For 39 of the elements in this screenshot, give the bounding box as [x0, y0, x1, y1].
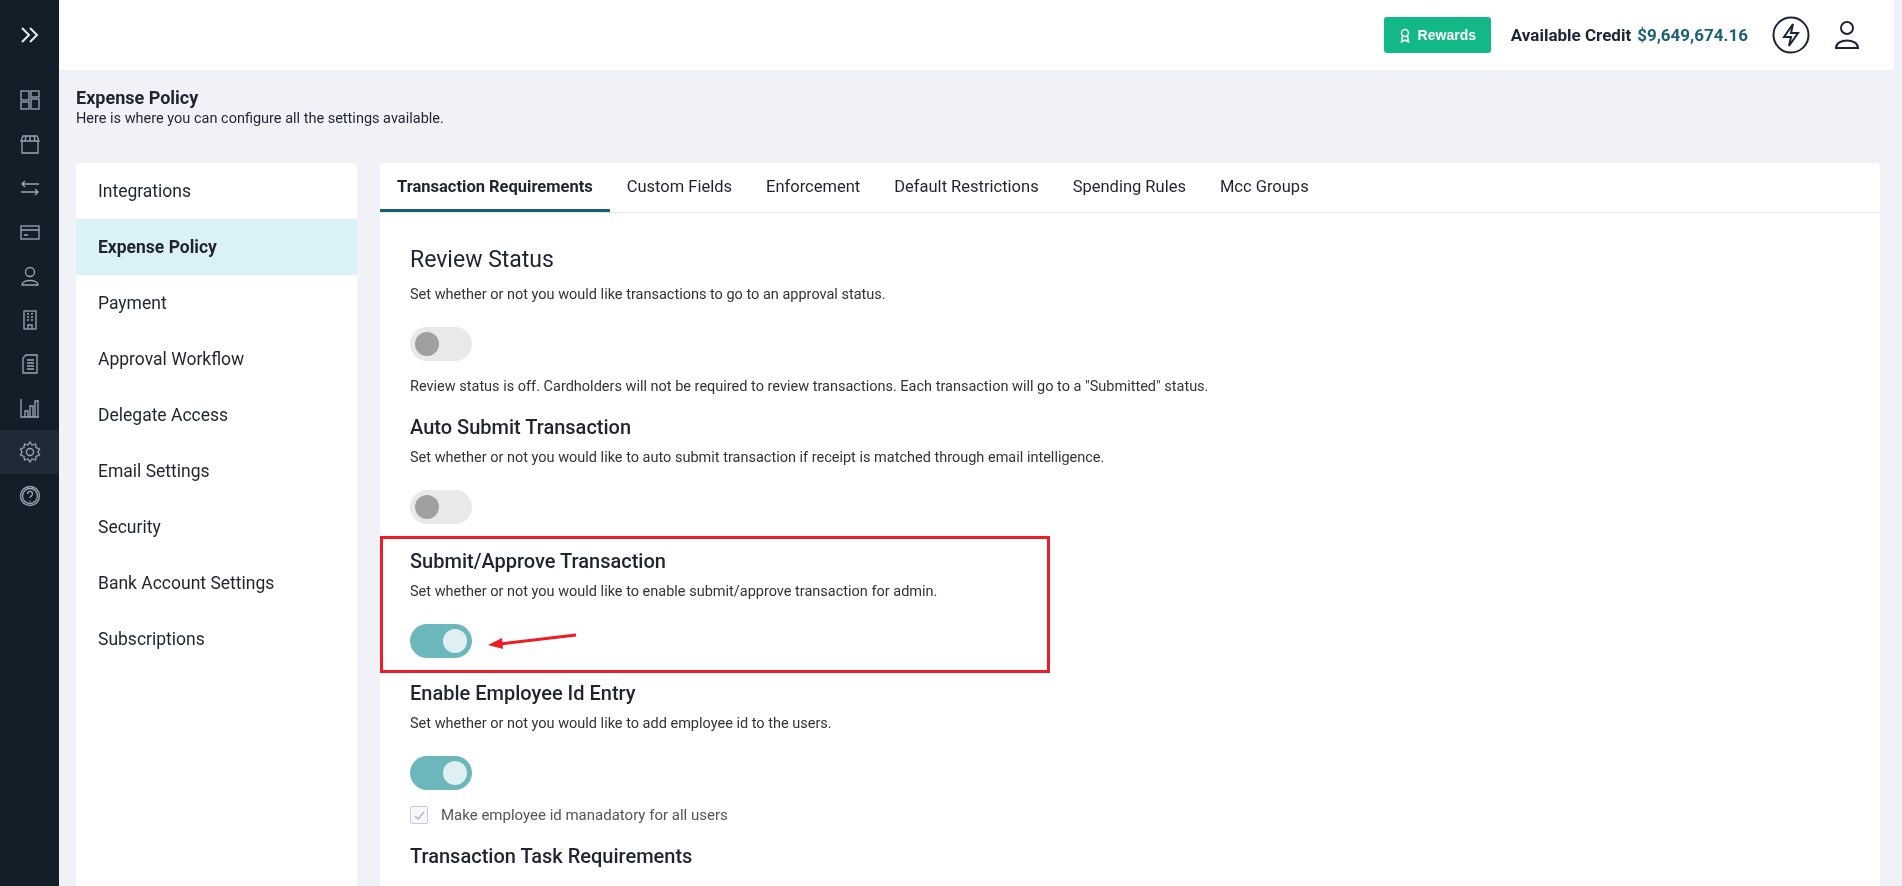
menu-item[interactable]: Email Settings: [76, 443, 357, 499]
toggle-switch[interactable]: [410, 756, 472, 790]
menu-item[interactable]: Integrations: [76, 163, 357, 219]
menu-item[interactable]: Payment: [76, 275, 357, 331]
tab[interactable]: Custom Fields: [609, 163, 750, 212]
toggle-switch[interactable]: [410, 490, 472, 524]
expand-icon[interactable]: [19, 27, 40, 43]
toggle-switch[interactable]: [410, 327, 472, 361]
section-heading: Submit/Approve Transaction: [410, 549, 666, 573]
checkbox-label: Make employee id manadatory for all users: [441, 806, 728, 824]
section-heading: Enable Employee Id Entry: [410, 681, 636, 705]
award-icon: [1398, 27, 1411, 43]
menu-item[interactable]: Security: [76, 499, 357, 555]
settings-icon[interactable]: [0, 430, 59, 474]
section-description: Set whether or not you would like transactions to go to an approval status.: [410, 286, 886, 303]
toggle-switch[interactable]: [410, 624, 472, 658]
status-note: Review status is off. Cardholders will not be required to review transactions. Each transaction will go to a "Submitted" status.: [410, 378, 1209, 395]
menu-item[interactable]: Bank Account Settings: [76, 555, 357, 611]
section-heading: Review Status: [410, 246, 554, 273]
menu-item[interactable]: Delegate Access: [76, 387, 357, 443]
credit-amount: $9,649,674.16: [1637, 25, 1748, 45]
menu-item[interactable]: Expense Policy: [76, 219, 357, 275]
page-subtitle: Here is where you can configure all the settings available.: [76, 110, 445, 127]
tab[interactable]: Transaction Requirements: [380, 163, 610, 212]
page-title: Expense Policy: [76, 87, 200, 108]
section-description: Set whether or not you would like to enable submit/approve transaction for admin.: [410, 583, 938, 600]
tab[interactable]: Enforcement: [749, 163, 878, 212]
tab[interactable]: Spending Rules: [1055, 163, 1203, 212]
section-heading: Transaction Task Requirements: [410, 844, 693, 868]
menu-item[interactable]: Approval Workflow: [76, 331, 357, 387]
tab[interactable]: Mcc Groups: [1202, 163, 1326, 212]
section-heading: Auto Submit Transaction: [410, 415, 632, 439]
user-icon[interactable]: [1834, 20, 1860, 50]
tab[interactable]: Default Restrictions: [877, 163, 1056, 212]
menu-item[interactable]: Subscriptions: [76, 611, 357, 667]
section-description: Set whether or not you would like to auto submit transaction if receipt is matched through email intelligence.: [410, 449, 1105, 466]
credit-label: Available Credit: [1510, 25, 1632, 45]
section-description: Set whether or not you would like to add employee id to the users.: [410, 715, 832, 732]
lightning-icon[interactable]: [1772, 16, 1810, 54]
